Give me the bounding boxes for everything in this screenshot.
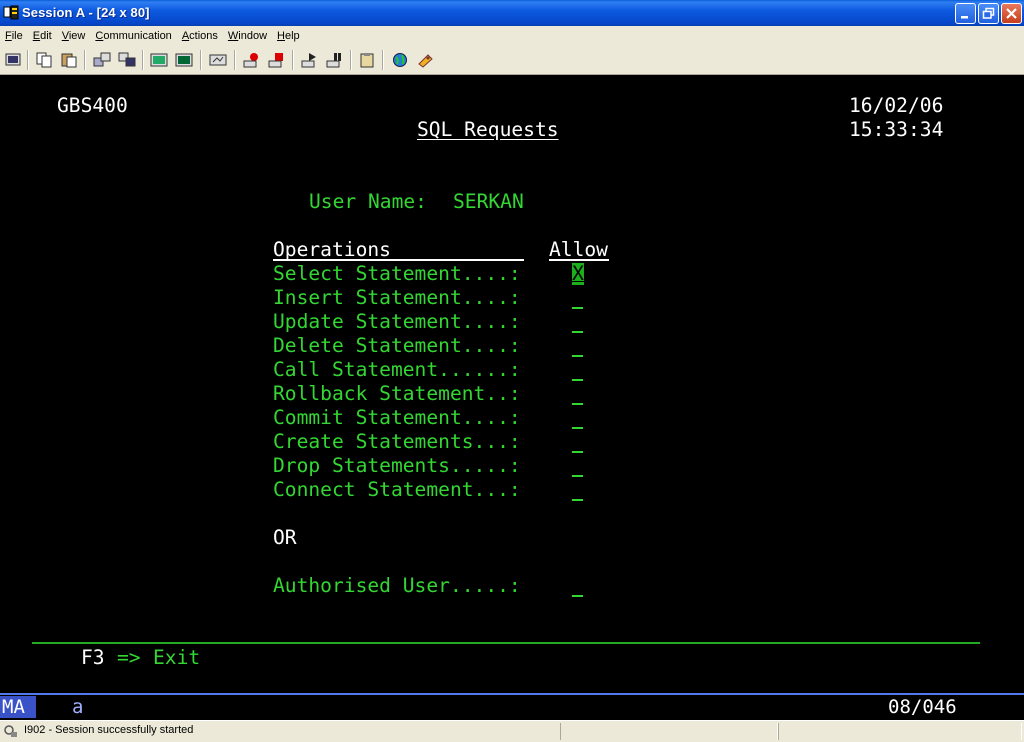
record-macro-icon xyxy=(243,53,258,68)
send-button[interactable] xyxy=(91,50,113,70)
menu-help[interactable]: Help xyxy=(272,30,305,42)
operation-allow-underline xyxy=(572,427,583,429)
menu-view[interactable]: View xyxy=(57,30,91,42)
copy-icon xyxy=(36,52,52,68)
operation-allow-underline xyxy=(572,403,583,405)
restore-button[interactable] xyxy=(978,3,999,24)
operation-allow-field[interactable]: X xyxy=(572,263,584,285)
menu-edit[interactable]: Edit xyxy=(28,30,57,42)
f3-action[interactable]: Exit xyxy=(153,646,200,670)
operation-label: Select Statement....: xyxy=(273,262,521,285)
window-title: Session A - [24 x 80] xyxy=(22,5,150,20)
receive-button[interactable] xyxy=(116,50,138,70)
restore-icon xyxy=(982,7,995,19)
operation-allow-underline xyxy=(572,475,583,477)
operation-label: Rollback Statement..: xyxy=(273,382,521,405)
screen-time: 15:33:34 xyxy=(849,118,944,141)
play-macro-button[interactable] xyxy=(298,50,320,70)
menu-window[interactable]: Window xyxy=(223,30,272,42)
paste-icon xyxy=(61,53,77,68)
menu-file[interactable]: File xyxy=(0,30,28,42)
operation-allow-underline xyxy=(572,499,583,501)
system-name: GBS400 xyxy=(57,94,128,117)
authorised-user-field-underline xyxy=(572,595,583,597)
close-icon xyxy=(1006,8,1017,19)
copy-button[interactable] xyxy=(33,50,55,70)
stop-macro-icon xyxy=(268,53,283,68)
title-bar[interactable]: Session A - [24 x 80] xyxy=(0,0,1024,26)
operation-label: Connect Statement...: xyxy=(273,478,521,501)
keypad-button[interactable] xyxy=(173,50,195,70)
macro-button[interactable] xyxy=(207,50,229,70)
send-icon xyxy=(93,52,111,67)
operation-allow-underline xyxy=(572,451,583,453)
operation-label: Call Statement......: xyxy=(273,358,521,381)
paste-button[interactable] xyxy=(58,50,80,70)
operator-info-area: MA a 08/046 xyxy=(0,693,1024,720)
pause-macro-icon xyxy=(326,53,341,68)
receive-icon xyxy=(118,52,136,67)
operation-allow-underline xyxy=(572,307,583,309)
status-panel-1 xyxy=(560,723,778,740)
operation-label: Delete Statement....: xyxy=(273,334,521,357)
keypad-icon xyxy=(175,53,193,67)
f3-key: F3 xyxy=(81,646,105,669)
screen-title: SQL Requests xyxy=(417,118,559,141)
play-macro-icon xyxy=(301,53,316,68)
oia-indicator: a xyxy=(72,696,84,718)
cursor-position: 08/046 xyxy=(888,696,957,718)
user-name-value: SERKAN xyxy=(453,190,524,213)
app-icon xyxy=(3,5,19,20)
session-status-icon xyxy=(4,725,17,737)
operation-label: Insert Statement....: xyxy=(273,286,521,309)
globe-icon xyxy=(393,53,407,67)
separator-line xyxy=(32,642,980,644)
status-message: I902 - Session successfully started xyxy=(24,724,194,736)
print-screen-button[interactable] xyxy=(2,50,24,70)
record-macro-button[interactable] xyxy=(240,50,262,70)
print-screen-icon xyxy=(5,53,21,66)
terminal-screen[interactable]: GBS400 16/02/06 SQL Requests 15:33:34 Us… xyxy=(0,75,1024,693)
operation-label: Drop Statements.....: xyxy=(273,454,521,477)
authorised-user-label: Authorised User.....: xyxy=(273,574,521,597)
globe-button[interactable] xyxy=(389,50,411,70)
clipboard-icon xyxy=(360,53,374,68)
clipboard-button[interactable] xyxy=(356,50,378,70)
or-text: OR xyxy=(273,526,297,549)
close-button[interactable] xyxy=(1001,3,1022,24)
oia-mode: MA xyxy=(0,696,36,718)
screen-date: 16/02/06 xyxy=(849,94,944,117)
macro-icon xyxy=(209,54,227,66)
user-name-label: User Name: xyxy=(309,190,427,213)
display-icon xyxy=(150,53,168,67)
stop-macro-button[interactable] xyxy=(265,50,287,70)
minimize-icon xyxy=(961,16,968,19)
menu-actions[interactable]: Actions xyxy=(177,30,223,42)
display-button[interactable] xyxy=(148,50,170,70)
f3-arrow: => xyxy=(117,646,141,669)
minimize-button[interactable] xyxy=(955,3,976,24)
operation-allow-underline xyxy=(572,379,583,381)
help-icon xyxy=(418,54,433,68)
operation-allow-underline xyxy=(572,355,583,357)
allow-header-underline xyxy=(549,259,609,261)
operation-label: Update Statement....: xyxy=(273,310,521,333)
operations-header-underline xyxy=(273,259,524,261)
status-bar: I902 - Session successfully started xyxy=(0,720,1024,742)
help-button[interactable] xyxy=(414,50,436,70)
operation-allow-underline xyxy=(572,331,583,333)
toolbar xyxy=(0,45,1024,75)
operation-label: Create Statements...: xyxy=(273,430,521,453)
status-panel-2 xyxy=(778,723,1022,740)
pause-macro-button[interactable] xyxy=(323,50,345,70)
operation-label: Commit Statement....: xyxy=(273,406,521,429)
menu-bar: File Edit View Communication Actions Window He… xyxy=(0,26,1024,45)
menu-communication[interactable]: Communication xyxy=(90,30,176,42)
